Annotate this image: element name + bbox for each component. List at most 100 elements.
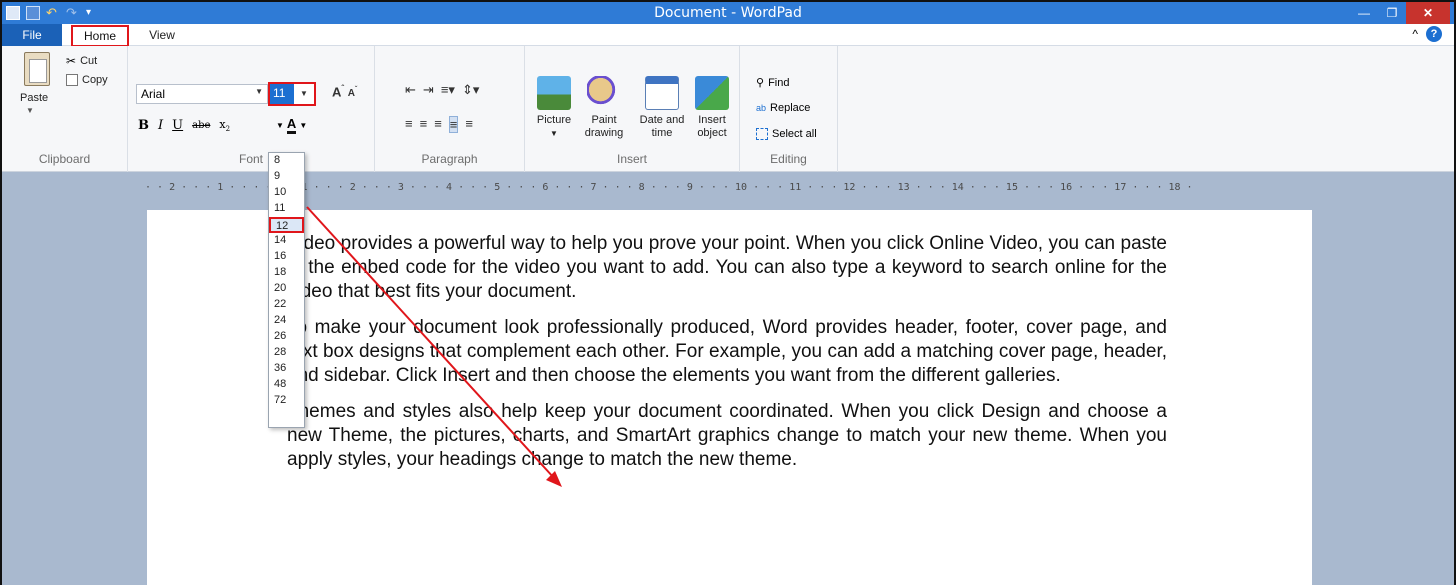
font-group-label: Font bbox=[238, 152, 263, 166]
font-group: Arial ▼ 11 ▼ Aˆ Aˇ B I U abe x2 ▼ A ▼ Fo… bbox=[128, 46, 375, 172]
line-spacing-icon[interactable]: ⇕▾ bbox=[462, 82, 479, 98]
decrease-indent-icon[interactable]: ⇤ bbox=[405, 82, 416, 98]
calendar-icon bbox=[645, 76, 679, 110]
window-controls: — ❐ ✕ bbox=[1350, 2, 1450, 24]
font-size-option-28[interactable]: 28 bbox=[269, 345, 304, 361]
bold-icon[interactable]: B bbox=[138, 118, 149, 133]
paragraph-group-label: Paragraph bbox=[421, 152, 478, 166]
paste-button[interactable]: Paste bbox=[20, 92, 48, 104]
paste-dropdown-icon[interactable]: ▼ bbox=[26, 106, 34, 115]
minimize-button[interactable]: — bbox=[1350, 2, 1378, 24]
scissors-icon: ✂ bbox=[66, 54, 77, 68]
font-size-select[interactable]: 11 ▼ bbox=[268, 82, 316, 106]
date-label-2: time bbox=[651, 127, 673, 139]
document-text[interactable]: Video provides a powerful way to help yo… bbox=[287, 232, 1167, 484]
chevron-down-icon: ▼ bbox=[299, 120, 308, 130]
tab-home[interactable]: Home bbox=[71, 25, 129, 47]
font-size-option-8[interactable]: 8 bbox=[269, 153, 304, 169]
font-color-button[interactable]: ▼ A ▼ bbox=[276, 116, 307, 134]
align-center-icon[interactable]: ≡ bbox=[420, 116, 428, 133]
ribbon: Paste ▼ ✂ Cut Copy Clipboard Arial ▼ 11 … bbox=[2, 46, 1454, 172]
font-size-option-14[interactable]: 14 bbox=[269, 233, 304, 249]
paint-drawing-button[interactable]: Paint drawing bbox=[581, 76, 627, 140]
select-all-icon bbox=[756, 128, 768, 140]
object-label-1: Insert bbox=[698, 114, 726, 126]
font-size-option-12[interactable]: 12 bbox=[269, 217, 304, 233]
cut-button[interactable]: ✂ Cut bbox=[66, 54, 97, 68]
font-size-option-18[interactable]: 18 bbox=[269, 265, 304, 281]
font-size-option-10[interactable]: 10 bbox=[269, 185, 304, 201]
date-label-1: Date and bbox=[639, 114, 685, 126]
copy-button[interactable]: Copy bbox=[66, 74, 108, 86]
dropdown-icon: ▼ bbox=[276, 120, 284, 130]
font-color-icon: A bbox=[286, 116, 297, 134]
select-all-button[interactable]: Select all bbox=[756, 128, 817, 140]
ruler[interactable]: · · 2 · · · 1 · · · · · · 1 · · · 2 · · … bbox=[145, 182, 1313, 200]
font-format-buttons: B I U abe x2 bbox=[138, 118, 230, 133]
subscript-icon[interactable]: x2 bbox=[219, 118, 230, 133]
object-icon bbox=[695, 76, 729, 110]
find-label: Find bbox=[768, 76, 790, 89]
find-button[interactable]: ⚲ Find bbox=[756, 76, 790, 90]
document-page[interactable]: Video provides a powerful way to help yo… bbox=[147, 210, 1312, 585]
editing-group-label: Editing bbox=[770, 152, 807, 166]
paragraph-2[interactable]: To make your document look professionall… bbox=[287, 316, 1167, 388]
paragraph-row-2: ≡ ≡ ≡ ≡ ≡ bbox=[405, 116, 473, 133]
font-family-value: Arial bbox=[141, 87, 166, 101]
align-right-icon[interactable]: ≡ bbox=[434, 116, 442, 133]
chevron-down-icon[interactable]: ▼ bbox=[294, 84, 314, 104]
font-size-option-20[interactable]: 20 bbox=[269, 281, 304, 297]
font-size-option-26[interactable]: 26 bbox=[269, 329, 304, 345]
ribbon-tabs: File Home View ^ ? bbox=[2, 24, 1454, 47]
underline-icon[interactable]: U bbox=[172, 118, 183, 133]
copy-icon bbox=[66, 74, 78, 86]
wordpad-window: ↶ ↷ ▾ Document - WordPad — ❐ ✕ File Home… bbox=[0, 0, 1456, 585]
paint-palette-icon bbox=[587, 76, 621, 110]
paragraph-3[interactable]: Themes and styles also help keep your do… bbox=[287, 400, 1167, 472]
grow-shrink-font-icons[interactable]: Aˆ Aˇ bbox=[332, 84, 357, 99]
chevron-down-icon: ▼ bbox=[550, 129, 558, 138]
date-time-button[interactable]: Date and time bbox=[639, 76, 685, 140]
replace-icon: ab bbox=[756, 103, 767, 113]
collapse-ribbon-icon[interactable]: ^ bbox=[1412, 27, 1418, 41]
font-size-dropdown: 8 9 10 11 12 14 16 18 20 22 24 26 28 36 48 72 bbox=[268, 152, 305, 428]
italic-icon[interactable]: I bbox=[158, 118, 163, 133]
editing-group: ⚲ Find ab Replace Select all Editing bbox=[740, 46, 838, 172]
paint-label-2: drawing bbox=[584, 127, 624, 139]
bullets-icon[interactable]: ≡▾ bbox=[441, 82, 455, 98]
paragraph-1[interactable]: Video provides a powerful way to help yo… bbox=[287, 232, 1167, 304]
font-size-option-72[interactable]: 72 bbox=[269, 393, 304, 409]
paste-icon[interactable] bbox=[24, 52, 50, 86]
picture-button[interactable]: Picture ▼ bbox=[531, 76, 577, 140]
tab-view[interactable]: View bbox=[142, 24, 182, 46]
font-size-option-11[interactable]: 11 bbox=[269, 201, 304, 217]
font-size-option-48[interactable]: 48 bbox=[269, 377, 304, 393]
font-family-select[interactable]: Arial ▼ bbox=[136, 84, 268, 104]
justify-icon[interactable]: ≡ bbox=[448, 116, 459, 133]
font-size-option-36[interactable]: 36 bbox=[269, 361, 304, 377]
paragraph-icon[interactable]: ≡ bbox=[465, 116, 473, 133]
clipboard-group: Paste ▼ ✂ Cut Copy Clipboard bbox=[2, 46, 128, 172]
restore-button[interactable]: ❐ bbox=[1378, 2, 1406, 24]
font-size-option-22[interactable]: 22 bbox=[269, 297, 304, 313]
title-bar: ↶ ↷ ▾ Document - WordPad — ❐ ✕ bbox=[2, 2, 1454, 24]
strikethrough-icon[interactable]: abe bbox=[192, 120, 210, 131]
replace-button[interactable]: ab Replace bbox=[756, 102, 810, 114]
font-size-option-9[interactable]: 9 bbox=[269, 169, 304, 185]
chevron-down-icon: ▼ bbox=[255, 87, 263, 96]
increase-indent-icon[interactable]: ⇥ bbox=[423, 82, 434, 98]
font-size-option-24[interactable]: 24 bbox=[269, 313, 304, 329]
clipboard-group-label: Clipboard bbox=[38, 152, 91, 166]
copy-label: Copy bbox=[82, 74, 108, 86]
insert-group-label: Insert bbox=[616, 152, 647, 166]
paragraph-row-1: ⇤ ⇥ ≡▾ ⇕▾ bbox=[405, 82, 479, 98]
replace-label: Replace bbox=[770, 102, 811, 114]
align-left-icon[interactable]: ≡ bbox=[405, 116, 413, 133]
close-button[interactable]: ✕ bbox=[1406, 2, 1450, 24]
help-icon[interactable]: ? bbox=[1426, 26, 1442, 42]
select-all-label: Select all bbox=[772, 128, 817, 140]
tab-file[interactable]: File bbox=[2, 24, 62, 46]
insert-object-button[interactable]: Insert object bbox=[689, 76, 735, 140]
object-label-2: object bbox=[697, 127, 727, 139]
font-size-option-16[interactable]: 16 bbox=[269, 249, 304, 265]
